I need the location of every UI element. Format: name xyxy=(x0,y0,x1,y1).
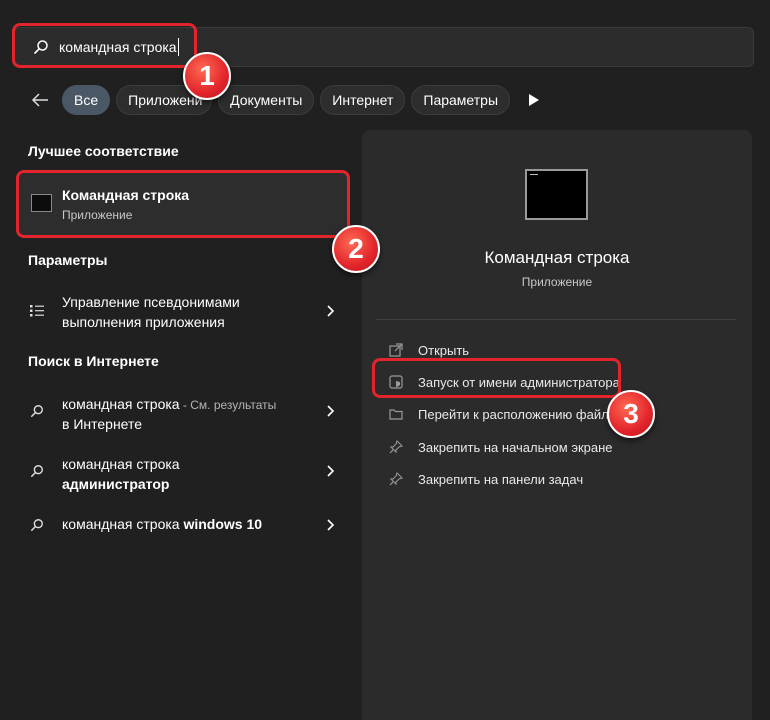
web-result-item[interactable]: командная строка windows 10 xyxy=(28,514,338,536)
back-arrow-icon[interactable] xyxy=(26,86,54,114)
web-result-line1: командная строка - См. результаты xyxy=(62,394,276,415)
action-open-file-location[interactable]: Перейти к расположению файла xyxy=(388,404,616,424)
filter-chip-all[interactable]: Все xyxy=(62,84,111,115)
pin-icon xyxy=(388,471,404,487)
settings-result-line2: выполнения приложения xyxy=(62,314,225,330)
highlight-best-match xyxy=(16,170,350,238)
detail-divider xyxy=(376,319,736,320)
web-result-bold: администратор xyxy=(62,476,170,492)
action-open[interactable]: Открыть xyxy=(388,340,469,360)
list-settings-icon xyxy=(28,302,46,320)
step-badge-1: 1 xyxy=(183,52,231,100)
section-settings: Параметры xyxy=(28,252,108,268)
web-result-item[interactable]: командная строка - См. результаты в Инте… xyxy=(28,394,338,434)
detail-subtitle: Приложение xyxy=(521,275,593,289)
scroll-filters-play-icon[interactable] xyxy=(524,85,544,115)
web-result-query: командная строка xyxy=(62,396,180,412)
settings-result-line1: Управление псевдонимами xyxy=(62,294,240,310)
web-result-bold: windows 10 xyxy=(179,516,263,532)
section-best-match: Лучшее соответствие xyxy=(28,143,179,159)
search-icon xyxy=(28,402,46,420)
chevron-right-icon xyxy=(324,464,338,478)
filter-chip-settings[interactable]: Параметры xyxy=(411,84,511,115)
folder-icon xyxy=(388,406,404,422)
web-result-line2: в Интернете xyxy=(62,416,143,432)
web-result-item[interactable]: командная строка администратор xyxy=(28,454,338,494)
chevron-right-icon xyxy=(324,518,338,532)
search-icon xyxy=(28,516,46,534)
web-result-line: командная строка windows 10 xyxy=(62,514,262,534)
command-prompt-large-icon xyxy=(525,169,588,220)
detail-panel: Командная строка Приложение Открыть Запу… xyxy=(362,130,752,720)
open-external-icon xyxy=(388,342,404,358)
action-pin-start[interactable]: Закрепить на начальном экране xyxy=(388,437,613,457)
action-pin-taskbar-label: Закрепить на панели задач xyxy=(418,471,584,487)
web-result-query: командная строка xyxy=(62,516,180,532)
action-open-file-location-label: Перейти к расположению файла xyxy=(418,406,616,422)
step-badge-2: 2 xyxy=(332,225,380,273)
filter-chip-documents[interactable]: Документы xyxy=(218,84,315,115)
pin-icon xyxy=(388,439,404,455)
chevron-right-icon xyxy=(324,404,338,418)
section-web-search: Поиск в Интернете xyxy=(28,353,159,369)
web-result-suffix: - См. результаты xyxy=(179,398,277,412)
search-icon xyxy=(28,462,46,480)
filter-chip-internet[interactable]: Интернет xyxy=(320,84,406,115)
settings-result-item[interactable]: Управление псевдонимами выполнения прило… xyxy=(28,292,338,334)
highlight-run-as-admin xyxy=(372,358,621,398)
action-pin-start-label: Закрепить на начальном экране xyxy=(418,439,613,455)
action-open-label: Открыть xyxy=(418,342,470,358)
action-pin-taskbar[interactable]: Закрепить на панели задач xyxy=(388,469,583,489)
highlight-search xyxy=(12,23,197,68)
detail-title: Командная строка xyxy=(484,248,630,267)
chevron-right-icon xyxy=(324,304,338,318)
step-badge-3: 3 xyxy=(607,390,655,438)
web-result-query: командная строка xyxy=(62,456,180,472)
filter-bar: Все Приложени Документы Интернет Парамет… xyxy=(26,83,544,116)
